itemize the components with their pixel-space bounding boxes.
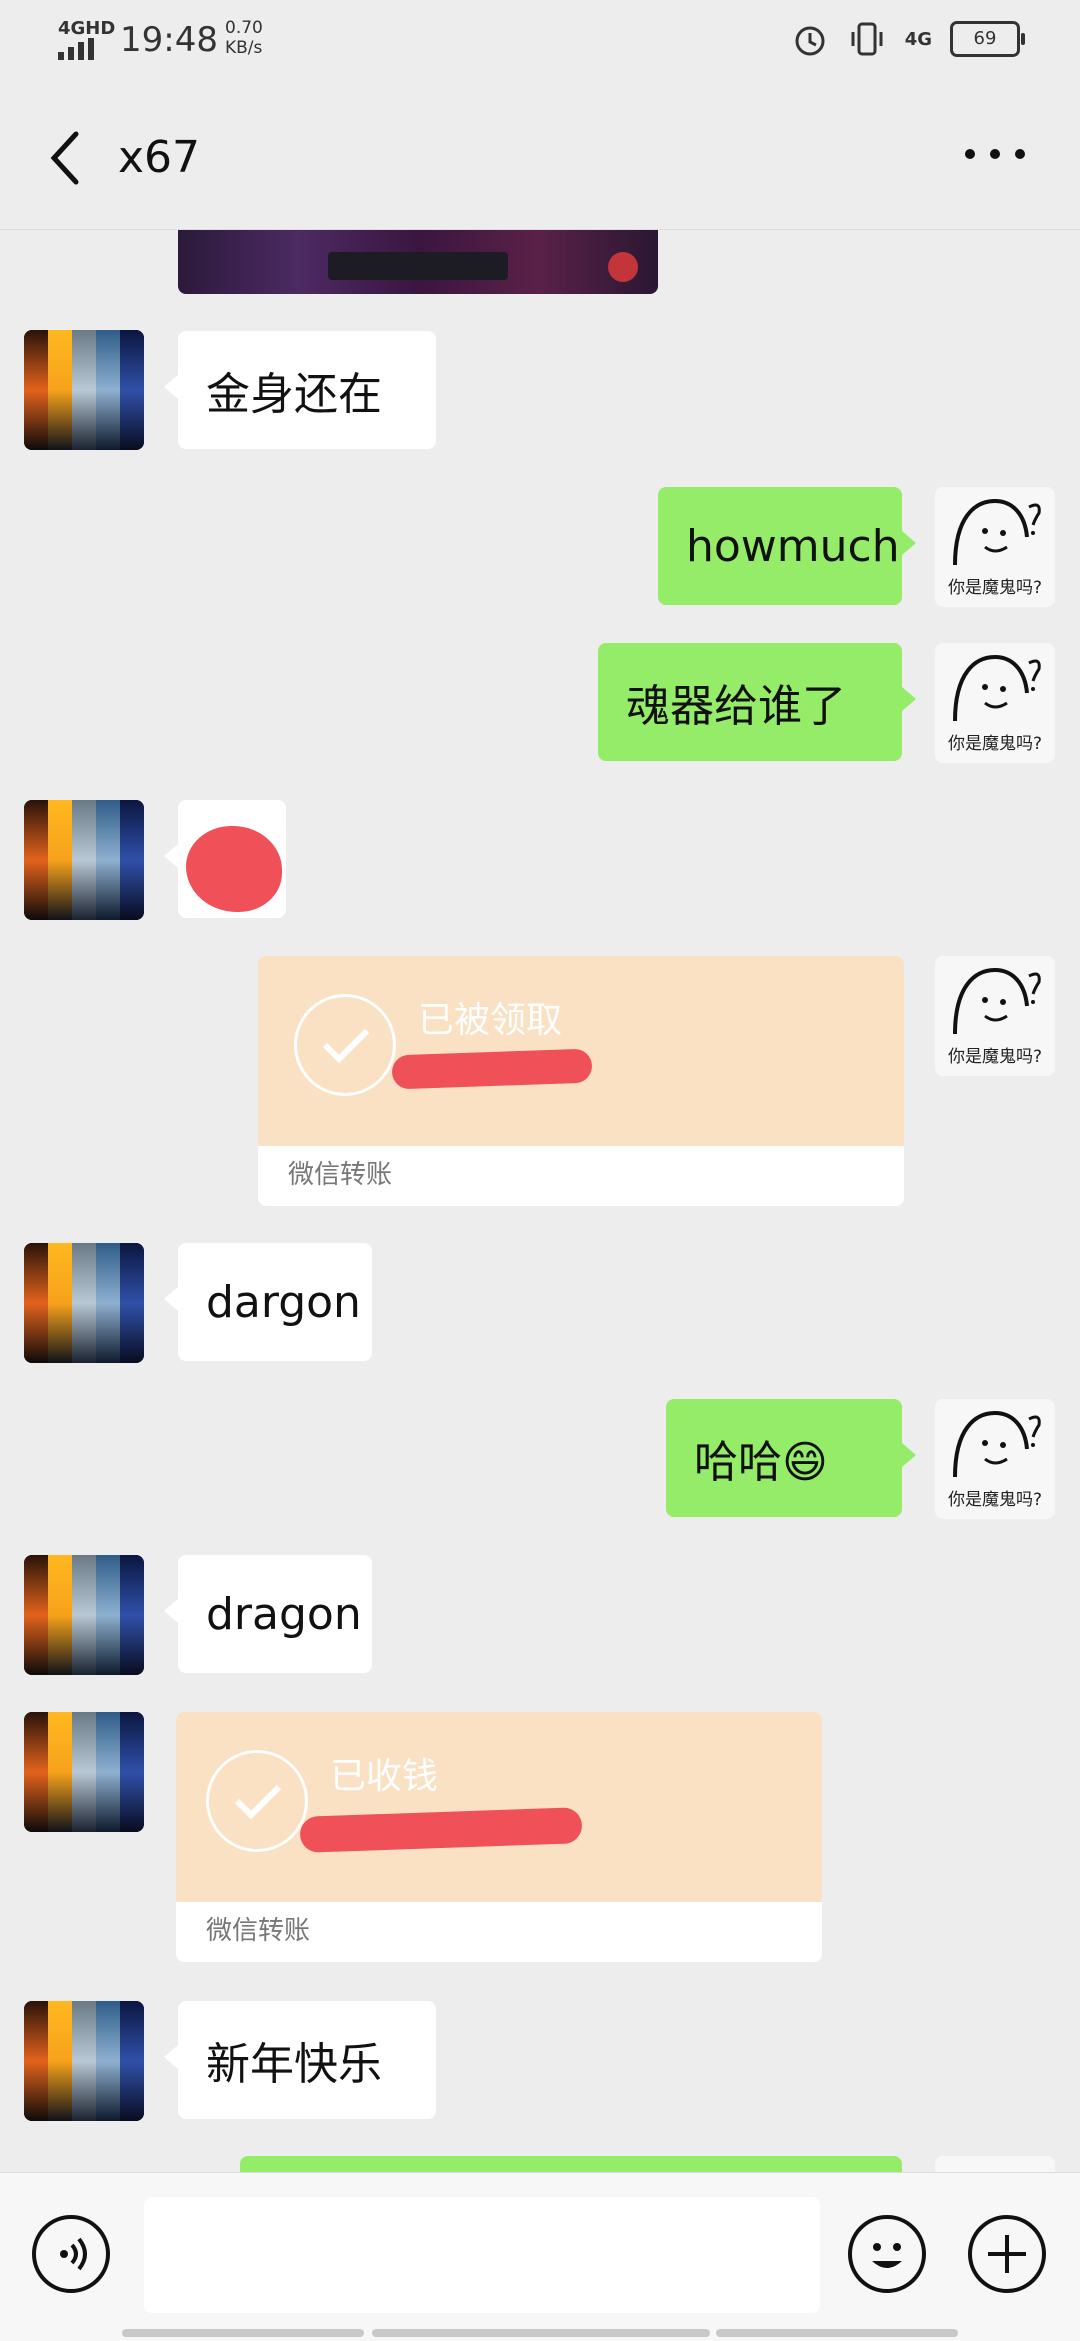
message-bubble[interactable] xyxy=(164,800,286,918)
signal-icon xyxy=(58,38,102,60)
voice-icon xyxy=(60,2237,87,2271)
my-avatar[interactable]: 你是魔鬼吗? xyxy=(935,643,1055,763)
message-bubble[interactable]: 金身还在 xyxy=(164,331,436,449)
input-bar xyxy=(0,2172,1080,2341)
chat-messages[interactable]: 金身还在 howmuch 你是魔鬼吗? 魂器给谁了 你是魔鬼吗? 已被领取 微信… xyxy=(0,230,1080,2172)
transfer-card[interactable]: 已被领取 微信转账 xyxy=(258,956,904,1206)
message-text: 哈哈😄 xyxy=(694,1437,828,1488)
contact-avatar[interactable] xyxy=(24,800,144,920)
status-bar: 4GHD 19:48 0.70 KB/s 4G 69 xyxy=(0,0,1080,84)
message-bubble[interactable]: 哈哈😄 xyxy=(666,1399,916,1517)
battery-icon: 69 xyxy=(950,21,1025,57)
voice-button[interactable] xyxy=(32,2215,110,2293)
message-input[interactable] xyxy=(144,2197,820,2313)
sticker-caption: 你是魔鬼吗? xyxy=(947,578,1043,598)
more-functions-button[interactable] xyxy=(968,2215,1046,2293)
my-avatar-partial[interactable] xyxy=(935,2156,1055,2172)
sticker-caption: 你是魔鬼吗? xyxy=(947,734,1043,754)
ghost-sticker-icon xyxy=(953,967,1041,1035)
my-avatar[interactable]: 你是魔鬼吗? xyxy=(935,487,1055,607)
message-text: dragon xyxy=(206,1588,362,1640)
sticker-caption: 你是魔鬼吗? xyxy=(947,1047,1043,1067)
emoji-button[interactable] xyxy=(848,2215,926,2293)
status-right: 4G 69 xyxy=(791,20,1025,58)
my-avatar[interactable]: 你是魔鬼吗? xyxy=(935,1399,1055,1519)
message-bubble[interactable]: howmuch xyxy=(658,487,916,605)
plus-icon xyxy=(988,2235,1026,2273)
speed-value: 0.70 xyxy=(225,18,263,38)
redaction-mark xyxy=(391,1048,593,1090)
back-icon[interactable] xyxy=(42,128,92,188)
contact-avatar[interactable] xyxy=(24,2001,144,2121)
check-circle-icon xyxy=(206,1750,308,1852)
transfer-footer: 微信转账 xyxy=(206,1916,311,1946)
battery-level: 69 xyxy=(973,28,997,49)
contact-avatar[interactable] xyxy=(24,1712,144,1832)
clock: 19:48 xyxy=(120,20,218,60)
alarm-icon xyxy=(795,26,825,56)
ghost-sticker-icon xyxy=(953,498,1041,566)
contact-avatar[interactable] xyxy=(24,1555,144,1675)
contact-avatar[interactable] xyxy=(24,1243,144,1363)
message-text: dargon xyxy=(206,1276,361,1328)
speed-unit: KB/s xyxy=(225,38,263,58)
message-bubble-partial[interactable] xyxy=(240,2156,902,2172)
redaction-mark xyxy=(186,826,282,912)
nav-indicator xyxy=(122,2329,364,2337)
message-text: 魂器给谁了 xyxy=(626,681,846,732)
redaction-mark xyxy=(299,1807,583,1853)
transfer-footer: 微信转账 xyxy=(288,1160,393,1190)
nav-indicator xyxy=(372,2329,710,2337)
mobile-network: 4G xyxy=(904,28,932,50)
transfer-status: 已被领取 xyxy=(418,1000,563,1041)
network-type: 4GHD xyxy=(58,18,116,39)
ghost-sticker-icon xyxy=(953,654,1041,722)
message-text: howmuch xyxy=(686,520,900,572)
vibrate-icon xyxy=(851,22,883,56)
network-speed: 0.70 KB/s xyxy=(225,18,263,58)
chat-header: x67 xyxy=(0,84,1080,230)
message-bubble[interactable]: 魂器给谁了 xyxy=(598,643,916,761)
check-circle-icon xyxy=(294,994,396,1096)
message-text: 新年快乐 xyxy=(206,2039,382,2090)
message-text: 金身还在 xyxy=(206,369,382,420)
ghost-sticker-icon xyxy=(953,1410,1041,1478)
message-bubble[interactable]: dargon xyxy=(164,1243,372,1361)
sticker-caption: 你是魔鬼吗? xyxy=(947,1490,1043,1510)
contact-avatar[interactable] xyxy=(24,330,144,450)
message-bubble[interactable]: dragon xyxy=(164,1555,372,1673)
image-message[interactable] xyxy=(178,230,658,294)
chat-title: x67 xyxy=(118,132,201,183)
emoji-icon xyxy=(872,2243,902,2268)
more-icon[interactable] xyxy=(960,134,1030,174)
message-bubble[interactable]: 新年快乐 xyxy=(164,2001,436,2119)
my-avatar[interactable]: 你是魔鬼吗? xyxy=(935,956,1055,1076)
transfer-card[interactable]: 已收钱 微信转账 xyxy=(176,1712,822,1962)
transfer-status: 已收钱 xyxy=(330,1756,439,1797)
nav-indicator xyxy=(716,2329,958,2337)
